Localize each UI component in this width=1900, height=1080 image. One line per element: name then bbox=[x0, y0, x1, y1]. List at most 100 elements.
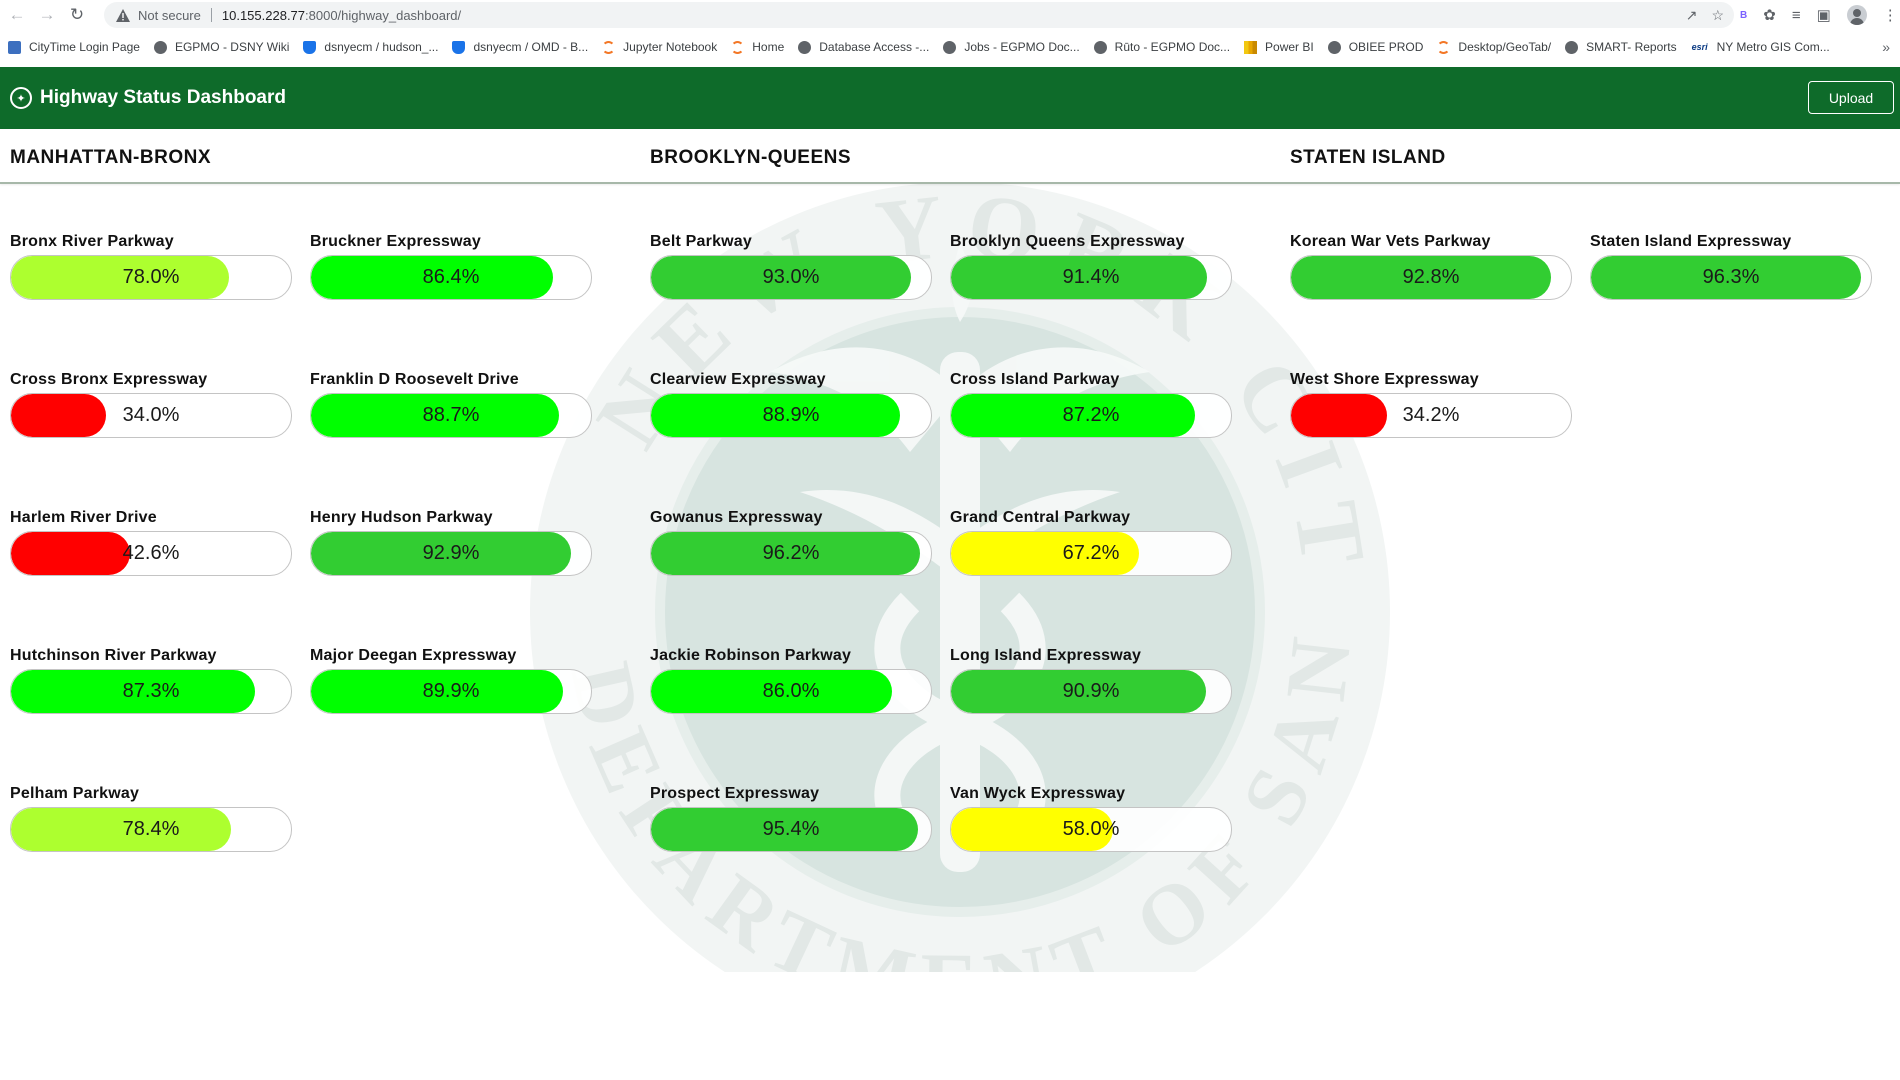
highway-gauge: Franklin D Roosevelt Drive 88.7% bbox=[310, 370, 592, 438]
bookmark-item[interactable]: SMART- Reports bbox=[1565, 40, 1677, 54]
highway-gauge: Cross Bronx Expressway 34.0% bbox=[10, 370, 292, 438]
highway-name: Prospect Expressway bbox=[650, 785, 820, 802]
bookmark-item[interactable]: Jobs - EGPMO Doc... bbox=[943, 40, 1080, 54]
highway-gauge: Jackie Robinson Parkway 86.0% bbox=[650, 646, 932, 714]
gauge-track: 86.4% bbox=[310, 255, 592, 300]
profile-avatar-icon[interactable] bbox=[1846, 5, 1867, 25]
extension-b-icon[interactable]: B bbox=[1740, 10, 1747, 21]
bookmark-label: Jobs - EGPMO Doc... bbox=[964, 40, 1080, 54]
bookmark-item[interactable]: Database Access -... bbox=[798, 40, 929, 54]
gauge-value: 78.0% bbox=[122, 266, 180, 288]
globe-icon bbox=[1093, 40, 1107, 54]
gauge-value: 88.9% bbox=[762, 404, 820, 426]
menu-kebab-icon[interactable]: ⋮ bbox=[1883, 6, 1898, 24]
highway-gauge: Korean War Vets Parkway 92.8% bbox=[1290, 232, 1572, 300]
gauge-track: 95.4% bbox=[650, 807, 932, 852]
bookmark-star-icon[interactable]: ☆ bbox=[1711, 7, 1724, 24]
esri-icon: esri bbox=[1691, 42, 1708, 52]
globe-icon bbox=[798, 40, 812, 54]
bookmark-label: Power BI bbox=[1265, 40, 1314, 54]
gauge-value: 87.3% bbox=[122, 680, 180, 702]
gauge-value: 89.9% bbox=[422, 680, 480, 702]
region-title-brooklyn-queens: BROOKLYN-QUEENS bbox=[650, 147, 852, 168]
highway-name: Jackie Robinson Parkway bbox=[650, 647, 852, 664]
bookmark-item[interactable]: esri NY Metro GIS Com... bbox=[1691, 40, 1830, 54]
jupyter-icon bbox=[602, 40, 616, 54]
bookmarks-overflow-icon[interactable]: » bbox=[1882, 39, 1890, 55]
bookmark-item[interactable]: Jupyter Notebook bbox=[602, 40, 717, 54]
bookmark-label: SMART- Reports bbox=[1586, 40, 1677, 54]
bookmark-item[interactable]: Desktop/GeoTab/ bbox=[1437, 40, 1551, 54]
highway-gauge: Bronx River Parkway 78.0% bbox=[10, 232, 292, 300]
highway-name: Long Island Expressway bbox=[950, 647, 1142, 664]
bookmark-item[interactable]: Power BI bbox=[1244, 40, 1314, 54]
bookmark-label: Rūto - EGPMO Doc... bbox=[1114, 40, 1231, 54]
bookmark-label: Jupyter Notebook bbox=[623, 40, 718, 54]
gauge-track: 96.2% bbox=[650, 531, 932, 576]
highway-gauge: Prospect Expressway 95.4% bbox=[650, 784, 932, 852]
gauge-value: 42.6% bbox=[122, 542, 180, 564]
gauge-track: 86.0% bbox=[650, 669, 932, 714]
bookmark-label: NY Metro GIS Com... bbox=[1716, 40, 1830, 54]
bookmarks-bar: CityTime Login Page EGPMO - DSNY Wiki dsny… bbox=[0, 32, 1900, 62]
bookmark-item[interactable]: Rūto - EGPMO Doc... bbox=[1093, 40, 1231, 54]
gauge-track: 93.0% bbox=[650, 255, 932, 300]
highway-name: Gowanus Expressway bbox=[650, 509, 823, 526]
highway-name: Cross Island Parkway bbox=[950, 371, 1120, 388]
gauge-value: 92.9% bbox=[422, 542, 480, 564]
highway-gauge: Bruckner Expressway 86.4% bbox=[310, 232, 592, 300]
highway-gauge: Grand Central Parkway 67.2% bbox=[950, 508, 1232, 576]
highway-name: Bruckner Expressway bbox=[310, 233, 482, 250]
bookmark-label: Desktop/GeoTab/ bbox=[1458, 40, 1552, 54]
url-host: 10.155.228.77 bbox=[221, 7, 306, 23]
highway-name: Belt Parkway bbox=[650, 233, 753, 250]
reading-list-icon[interactable]: ≡ bbox=[1792, 7, 1801, 24]
highway-gauge: Henry Hudson Parkway 92.9% bbox=[310, 508, 592, 576]
highway-name: Van Wyck Expressway bbox=[950, 785, 1126, 802]
gauge-track: 42.6% bbox=[10, 531, 292, 576]
gauge-value: 96.2% bbox=[762, 542, 820, 564]
bookmark-item[interactable]: dsnyecm / OMD - B... bbox=[452, 40, 588, 54]
highway-gauge: Major Deegan Expressway 89.9% bbox=[310, 646, 592, 714]
back-arrow-icon[interactable]: ← bbox=[4, 2, 30, 28]
gauge-track: 96.3% bbox=[1590, 255, 1872, 300]
gauge-value: 67.2% bbox=[1062, 542, 1120, 564]
highway-gauge: Gowanus Expressway 96.2% bbox=[650, 508, 932, 576]
extensions-puzzle-icon[interactable]: ✿ bbox=[1763, 6, 1776, 24]
highway-name: Bronx River Parkway bbox=[10, 233, 174, 250]
bookmark-item[interactable]: CityTime Login Page bbox=[8, 40, 140, 54]
gauge-track: 88.9% bbox=[650, 393, 932, 438]
share-icon[interactable]: ↗ bbox=[1686, 7, 1698, 24]
gauge-value: 88.7% bbox=[422, 404, 480, 426]
upload-button[interactable]: Upload bbox=[1808, 81, 1894, 114]
gauge-track: 92.8% bbox=[1290, 255, 1572, 300]
forward-arrow-icon[interactable]: → bbox=[34, 2, 60, 28]
highway-name: Cross Bronx Expressway bbox=[10, 371, 208, 388]
side-panel-icon[interactable]: ▣ bbox=[1817, 6, 1831, 24]
bookmark-item[interactable]: EGPMO - DSNY Wiki bbox=[153, 40, 289, 54]
bookmark-item[interactable]: Home bbox=[731, 40, 784, 54]
bookmark-item[interactable]: dsnyecm / hudson_... bbox=[303, 40, 438, 54]
city-icon bbox=[8, 40, 21, 54]
gauge-track: 78.0% bbox=[10, 255, 292, 300]
address-bar[interactable]: Not secure 10.155.228.77:8000/highway_da… bbox=[104, 2, 1734, 28]
url-path: :8000/highway_dashboard/ bbox=[305, 7, 462, 23]
dsny-logo-icon: ✦ bbox=[10, 87, 32, 109]
globe-icon bbox=[943, 40, 957, 54]
gauge-value: 92.8% bbox=[1402, 266, 1460, 288]
highway-gauge: Belt Parkway 93.0% bbox=[650, 232, 932, 300]
highway-name: Hutchinson River Parkway bbox=[10, 647, 217, 664]
highway-name: Henry Hudson Parkway bbox=[310, 509, 493, 526]
highway-name: Franklin D Roosevelt Drive bbox=[310, 371, 519, 388]
gauge-value: 34.0% bbox=[122, 404, 180, 426]
gauge-value: 91.4% bbox=[1062, 266, 1120, 288]
warning-icon[interactable] bbox=[116, 8, 130, 22]
page-title: Highway Status Dashboard bbox=[40, 87, 286, 108]
gauge-track: 92.9% bbox=[310, 531, 592, 576]
security-label: Not secure bbox=[138, 7, 201, 23]
reload-icon[interactable]: ↻ bbox=[64, 2, 90, 28]
region-title-staten-island: STATEN ISLAND bbox=[1290, 147, 1446, 168]
bookmark-item[interactable]: OBIEE PROD bbox=[1327, 40, 1423, 54]
gauge-track: 58.0% bbox=[950, 807, 1232, 852]
highway-name: Major Deegan Expressway bbox=[310, 647, 517, 664]
